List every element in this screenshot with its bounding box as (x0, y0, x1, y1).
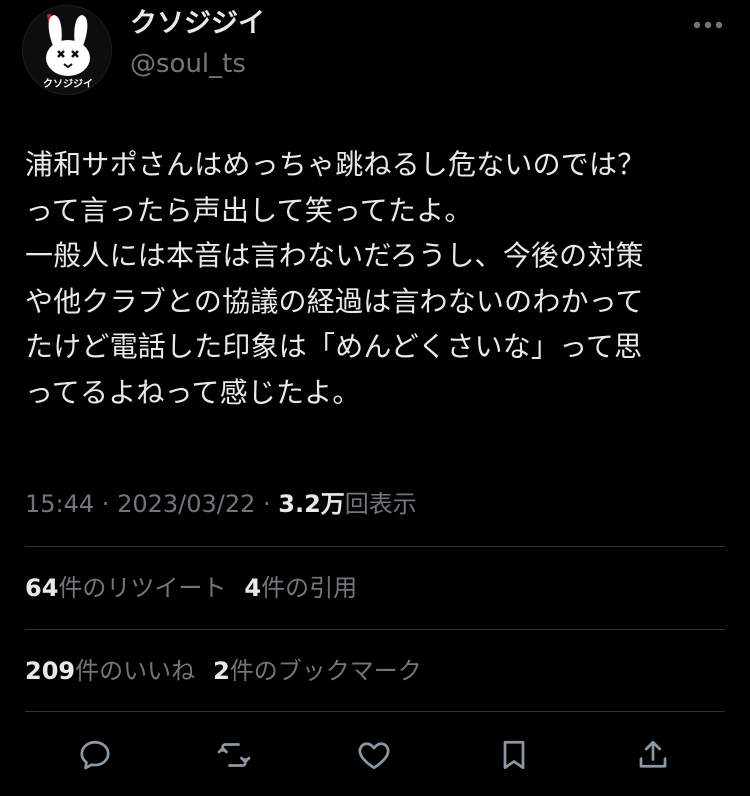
stats-row-retweets: 64件のリツイート 4件の引用 (25, 570, 357, 606)
reply-button[interactable] (68, 728, 122, 782)
author-display-name[interactable]: クソジジイ (130, 6, 265, 42)
views-label: 回表示 (344, 490, 417, 518)
divider (25, 629, 725, 630)
retweet-button[interactable] (207, 728, 261, 782)
bookmarks-label: 件のブックマーク (229, 657, 422, 685)
views-count: 3.2万 (278, 490, 345, 518)
heart-icon (358, 742, 390, 770)
stats-row-likes: 209件のいいね 2件のブックマーク (25, 653, 422, 689)
bookmark-icon (503, 740, 525, 770)
share-icon (639, 740, 667, 768)
avatar[interactable]: クソジジイ (22, 5, 112, 95)
quotes-label: 件の引用 (261, 574, 358, 602)
like-button[interactable] (347, 728, 401, 782)
divider (25, 711, 725, 712)
retweets-label: 件のリツイート (58, 574, 227, 602)
tweet-date[interactable]: 2023/03/22 (117, 490, 255, 518)
likes-label: 件のいいね (75, 657, 196, 685)
rabbit-avatar-icon: クソジジイ (43, 13, 93, 90)
quotes-stat[interactable]: 4件の引用 (244, 574, 357, 602)
quotes-count: 4 (244, 574, 262, 602)
more-button[interactable] (690, 10, 726, 40)
more-dots-icon (693, 21, 723, 29)
share-button[interactable] (626, 728, 680, 782)
meta-separator: · (255, 490, 279, 518)
retweets-count: 64 (25, 574, 59, 602)
likes-stat[interactable]: 209件のいいね (25, 657, 195, 685)
reply-icon (80, 740, 110, 770)
tweet-meta: 15:44 · 2023/03/22 · 3.2万回表示 (25, 486, 417, 522)
likes-count: 209 (25, 657, 76, 685)
bookmarks-count: 2 (213, 657, 230, 685)
bookmarks-stat[interactable]: 2件のブックマーク (213, 657, 422, 685)
retweets-stat[interactable]: 64件のリツイート (25, 574, 226, 602)
bookmark-button[interactable] (487, 728, 541, 782)
tweet-time[interactable]: 15:44 (25, 490, 94, 518)
retweet-icon (217, 743, 251, 767)
tweet-text: 浦和サポさんはめっちゃ跳ねるし危ないのでは？ って言ったら声出して笑ってたよ。 … (25, 148, 646, 409)
meta-separator: · (94, 490, 118, 518)
tweet-header: クソジジイ クソジジイ @soul_ts (0, 0, 750, 100)
avatar-label: クソジジイ (43, 78, 93, 90)
divider (25, 546, 725, 547)
author-handle[interactable]: @soul_ts (130, 48, 246, 80)
tweet-actions (0, 728, 750, 782)
